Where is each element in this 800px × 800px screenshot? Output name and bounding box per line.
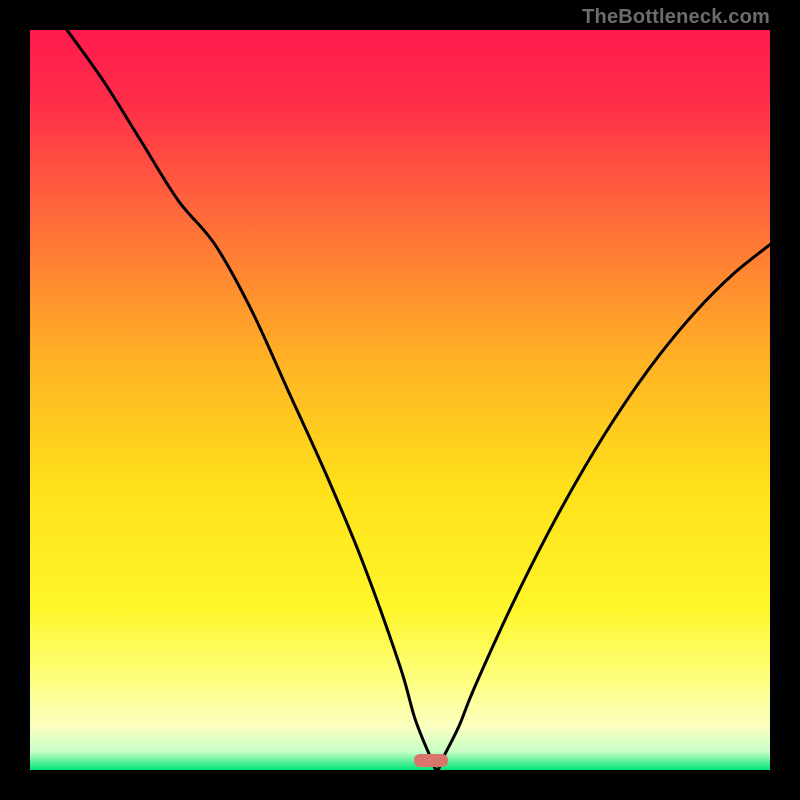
- plot-area: [30, 30, 770, 770]
- chart-frame: TheBottleneck.com: [0, 0, 800, 800]
- optimal-marker: [414, 754, 448, 767]
- bottleneck-curve: [30, 30, 770, 770]
- watermark-text: TheBottleneck.com: [582, 6, 770, 29]
